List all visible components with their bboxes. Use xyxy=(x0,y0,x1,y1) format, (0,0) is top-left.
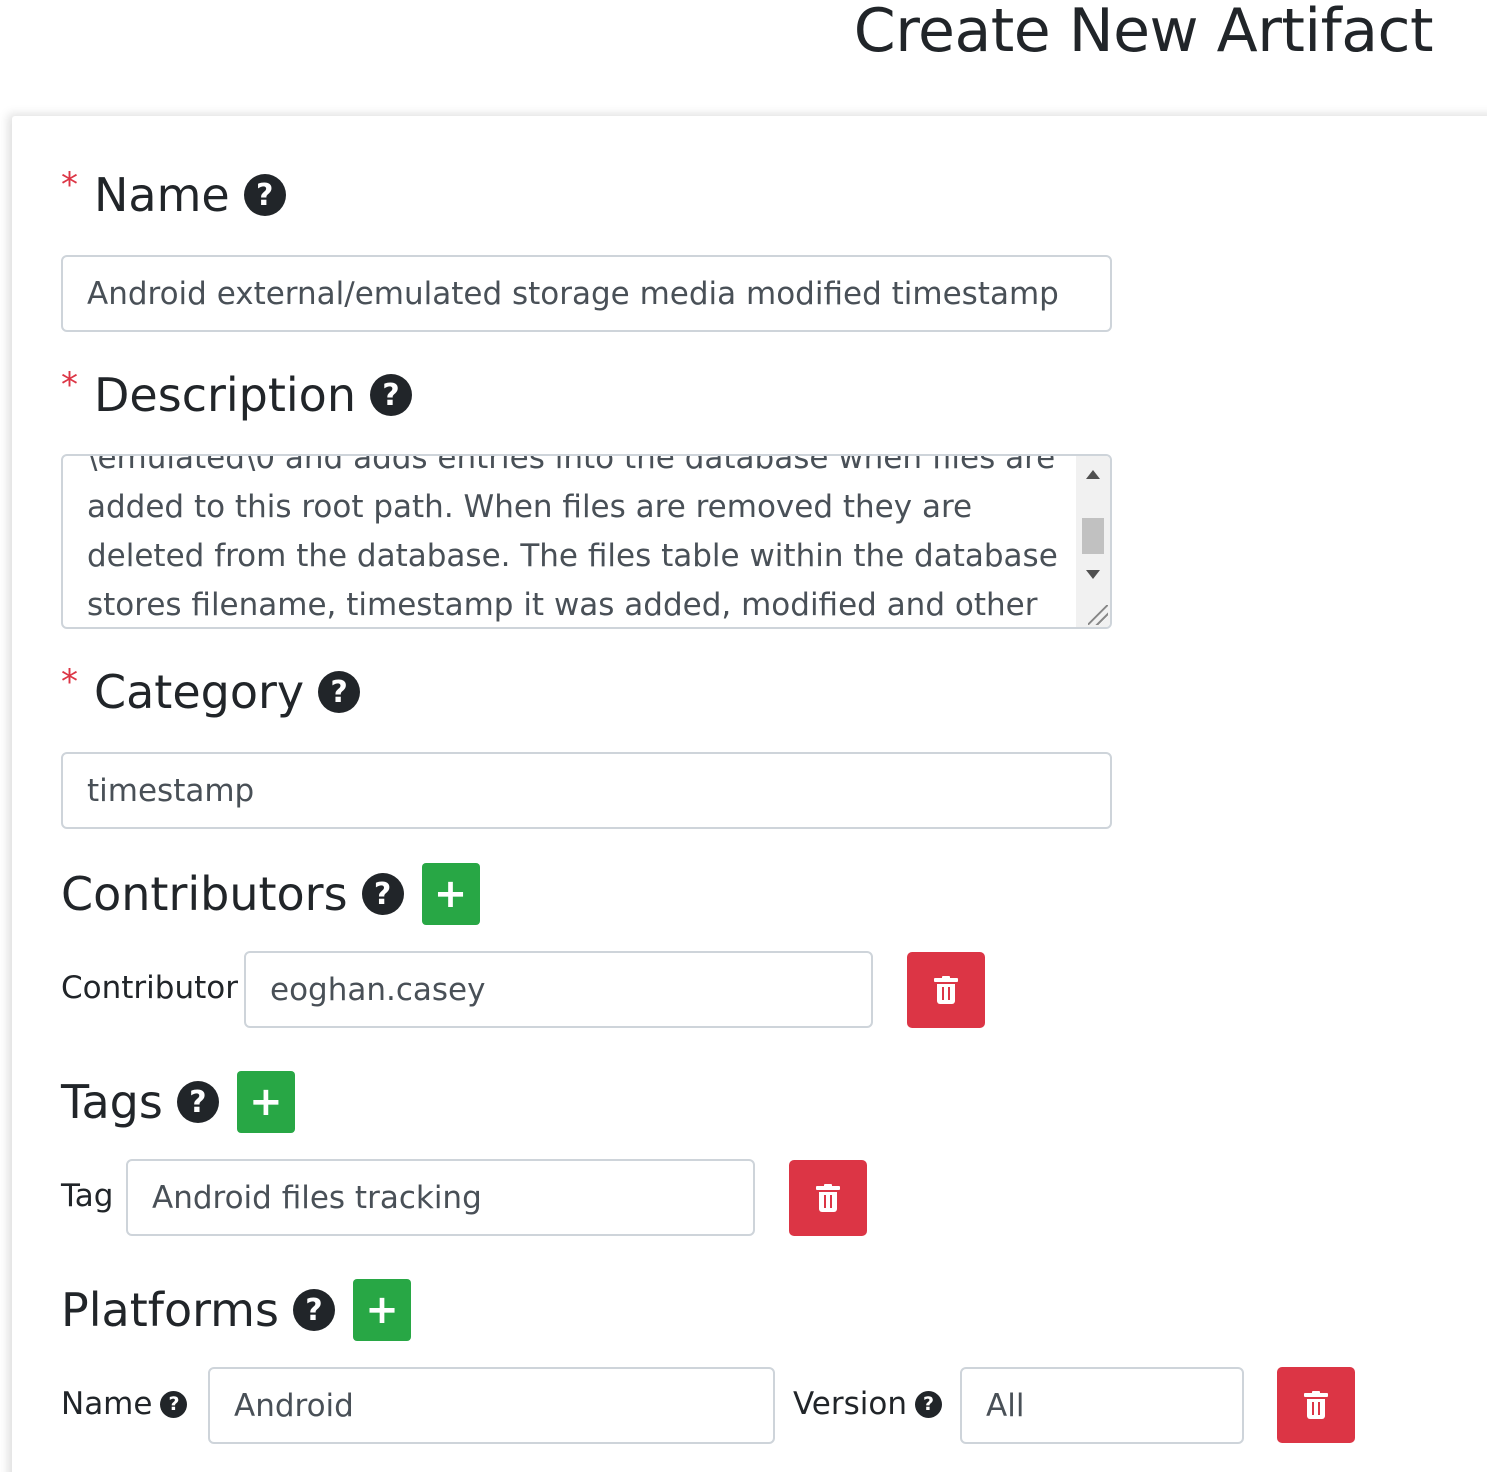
delete-tag-button[interactable] xyxy=(789,1160,867,1236)
platform-name-label-group: Name ? xyxy=(61,1386,188,1422)
tag-input[interactable]: Android files tracking xyxy=(126,1159,755,1236)
tag-row-label: Tag xyxy=(61,1178,114,1214)
help-icon[interactable]: ? xyxy=(915,1390,942,1418)
add-platform-button[interactable]: + xyxy=(352,1279,411,1341)
platforms-label-group: Platforms ? + xyxy=(61,1279,411,1341)
trash-icon xyxy=(934,976,958,1004)
name-label-group: * Name ? xyxy=(61,165,286,222)
category-label-group: * Category ? xyxy=(61,662,361,719)
contributor-row-label: Contributor xyxy=(61,970,238,1006)
page-title: Create New Artifact xyxy=(853,0,1434,66)
description-text: \emulated\0 and adds entries into the da… xyxy=(87,454,1058,623)
scroll-thumb[interactable] xyxy=(1082,518,1104,554)
trash-icon xyxy=(816,1184,840,1212)
resize-grip-icon[interactable] xyxy=(1088,605,1108,625)
help-icon[interactable]: ? xyxy=(176,1081,219,1123)
scroll-down-arrow-icon[interactable] xyxy=(1086,570,1100,579)
help-icon[interactable]: ? xyxy=(292,1289,335,1331)
description-textarea[interactable]: \emulated\0 and adds entries into the da… xyxy=(61,454,1112,629)
tags-label: Tags xyxy=(61,1075,163,1129)
delete-contributor-button[interactable] xyxy=(907,952,985,1028)
help-icon[interactable]: ? xyxy=(369,374,412,416)
name-input[interactable]: Android external/emulated storage media … xyxy=(61,255,1112,332)
platform-name-label: Name xyxy=(61,1386,153,1422)
platform-name-input[interactable]: Android xyxy=(208,1367,775,1444)
platforms-label: Platforms xyxy=(61,1283,279,1337)
description-label: Description xyxy=(94,368,356,422)
required-indicator: * xyxy=(61,365,78,405)
help-icon[interactable]: ? xyxy=(361,873,404,915)
required-indicator: * xyxy=(61,662,78,702)
textarea-scrollbar[interactable] xyxy=(1076,456,1110,627)
help-icon[interactable]: ? xyxy=(243,174,286,216)
contributor-input[interactable]: eoghan.casey xyxy=(244,951,873,1028)
contributors-label: Contributors xyxy=(61,867,348,921)
delete-platform-button[interactable] xyxy=(1277,1367,1355,1443)
platform-version-label: Version xyxy=(793,1386,907,1422)
help-icon[interactable]: ? xyxy=(160,1390,188,1418)
contributors-label-group: Contributors ? + xyxy=(61,863,480,925)
platform-version-input[interactable]: All xyxy=(960,1367,1244,1444)
required-indicator: * xyxy=(61,165,78,205)
help-icon[interactable]: ? xyxy=(318,671,361,713)
category-label: Category xyxy=(94,665,305,719)
category-input[interactable]: timestamp xyxy=(61,752,1112,829)
trash-icon xyxy=(1304,1391,1328,1419)
name-label: Name xyxy=(94,168,230,222)
description-label-group: * Description ? xyxy=(61,365,412,422)
platform-version-label-group: Version ? xyxy=(793,1386,942,1422)
scroll-up-arrow-icon[interactable] xyxy=(1086,470,1100,479)
tags-label-group: Tags ? + xyxy=(61,1071,295,1133)
add-tag-button[interactable]: + xyxy=(236,1071,295,1133)
add-contributor-button[interactable]: + xyxy=(421,863,480,925)
